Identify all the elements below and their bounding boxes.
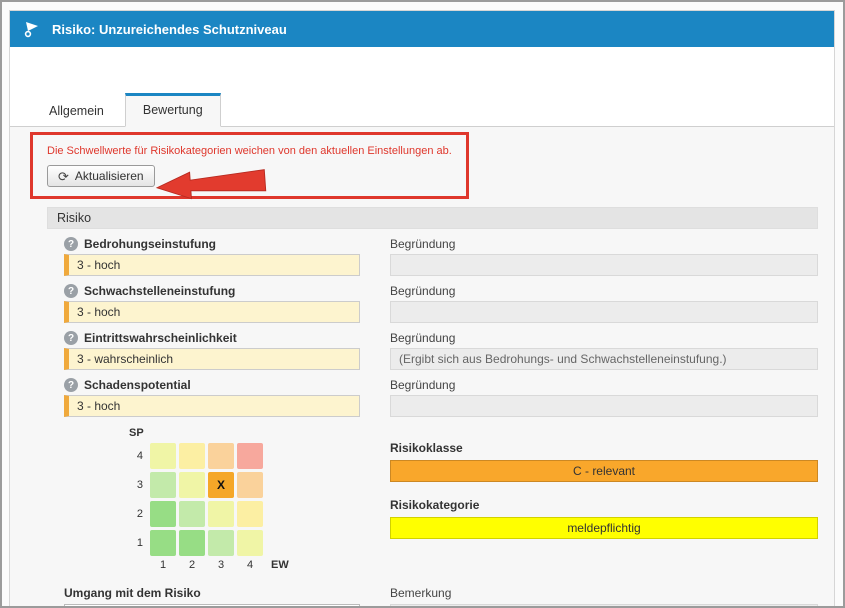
matrix-cell[interactable] <box>150 472 176 498</box>
risk-category-value: meldepflichtig <box>567 521 640 535</box>
matrix-sp-axis-label: SP <box>129 427 390 439</box>
field-label: Schwachstelleneinstufung <box>84 284 235 298</box>
matrix-cell[interactable] <box>179 443 205 469</box>
field-right: Begründung <box>390 229 818 276</box>
risk-matrix: SP43X211234EW <box>127 427 390 574</box>
risk-dialog-window: Risiko: Unzureichendes Schutzniveau Allg… <box>9 10 835 608</box>
risk-category-bar: meldepflichtig <box>390 517 818 539</box>
field-right: Begründung (Ergibt sich aus Bedrohungs- u… <box>390 323 818 370</box>
tab-bewertung[interactable]: Bewertung <box>125 93 221 127</box>
matrix-cell[interactable] <box>208 501 234 527</box>
risk-handling-select[interactable] <box>64 604 360 608</box>
matrix-cell[interactable] <box>208 443 234 469</box>
matrix-cell[interactable] <box>208 530 234 556</box>
remark-input[interactable] <box>390 604 818 608</box>
risikokategorie-label: Risikokategorie <box>390 498 818 512</box>
field-row: ? Bedrohungseinstufung 3 - hoch Begründung <box>64 229 818 276</box>
app-logo-icon <box>22 19 42 39</box>
matrix-cell[interactable] <box>237 443 263 469</box>
matrix-cell[interactable] <box>179 472 205 498</box>
matrix-cell[interactable] <box>150 443 176 469</box>
matrix-ew-axis-label: EW <box>271 559 289 571</box>
window-titlebar: Risiko: Unzureichendes Schutzniveau <box>10 11 834 47</box>
risk-class-value: C - relevant <box>573 464 635 478</box>
remark-block: Bemerkung <box>390 586 818 608</box>
field-row: ? Eintrittswahrscheinlichkeit 3 - wahrsche… <box>64 323 818 370</box>
matrix-cell-selected[interactable]: X <box>208 472 234 498</box>
field-right: Begründung <box>390 370 818 417</box>
field-label: Schadenspotential <box>84 378 191 392</box>
matrix-row-label: 1 <box>127 537 143 549</box>
risk-handling-label: Umgang mit dem Risiko <box>64 586 390 600</box>
reason-label: Begründung <box>390 331 818 345</box>
matrix-col-label: 4 <box>237 559 263 571</box>
field-value-select[interactable]: 3 - hoch <box>64 395 360 417</box>
matrix-col-label: 2 <box>179 559 205 571</box>
matrix-cell[interactable] <box>179 501 205 527</box>
reason-input[interactable]: (Ergibt sich aus Bedrohungs- und Schwach… <box>390 348 818 370</box>
help-icon[interactable]: ? <box>64 284 78 298</box>
aktualisieren-button[interactable]: ⟳ Aktualisieren <box>47 165 155 187</box>
screenshot-frame: Risiko: Unzureichendes Schutzniveau Allg… <box>0 0 845 608</box>
field-row: ? Schadenspotential 3 - hoch Begründung <box>64 370 818 417</box>
field-label: Bedrohungseinstufung <box>84 237 216 251</box>
matrix-row-label: 4 <box>127 450 143 462</box>
refresh-icon: ⟳ <box>58 170 69 183</box>
help-icon[interactable]: ? <box>64 331 78 345</box>
annotation-arrow-icon <box>154 165 268 203</box>
risikoklasse-label: Risikoklasse <box>390 441 818 455</box>
tab-bar: Allgemein Bewertung <box>32 93 834 127</box>
matrix-cell[interactable] <box>237 530 263 556</box>
matrix-cell[interactable] <box>237 501 263 527</box>
aktualisieren-button-label: Aktualisieren <box>75 169 144 183</box>
reason-input[interactable] <box>390 254 818 276</box>
field-value-select[interactable]: 3 - wahrscheinlich <box>64 348 360 370</box>
field-right: Begründung <box>390 276 818 323</box>
matrix-row-label: 2 <box>127 508 143 520</box>
tab-content: Die Schwellwerte für Risikokategorien we… <box>10 126 834 608</box>
reason-label: Begründung <box>390 237 818 251</box>
field-value-select[interactable]: 3 - hoch <box>64 301 360 323</box>
field-row: ? Schwachstelleneinstufung 3 - hoch Begründ… <box>64 276 818 323</box>
risk-handling-block: Umgang mit dem Risiko <box>64 586 390 608</box>
remark-label: Bemerkung <box>390 586 818 600</box>
risk-fields: ? Bedrohungseinstufung 3 - hoch Begründung?… <box>64 229 818 417</box>
risk-class-column: Risikoklasse C - relevant Risikokategori… <box>390 427 818 574</box>
risk-class-bar: C - relevant <box>390 460 818 482</box>
matrix-cell[interactable] <box>150 530 176 556</box>
field-left: ? Schadenspotential 3 - hoch <box>64 370 390 417</box>
matrix-and-class-row: SP43X211234EW Risikoklasse C - relevant … <box>64 427 818 574</box>
field-label: Eintrittswahrscheinlichkeit <box>84 331 237 345</box>
field-left: ? Bedrohungseinstufung 3 - hoch <box>64 229 390 276</box>
field-left: ? Schwachstelleneinstufung 3 - hoch <box>64 276 390 323</box>
help-icon[interactable]: ? <box>64 378 78 392</box>
field-left: ? Eintrittswahrscheinlichkeit 3 - wahrsche… <box>64 323 390 370</box>
matrix-col-label: 1 <box>150 559 176 571</box>
threshold-warning-box: Die Schwellwerte für Risikokategorien we… <box>30 132 469 199</box>
matrix-col-label: 3 <box>208 559 234 571</box>
tab-allgemein[interactable]: Allgemein <box>32 95 121 127</box>
reason-label: Begründung <box>390 284 818 298</box>
window-title: Risiko: Unzureichendes Schutzniveau <box>52 22 287 37</box>
section-header-risiko: Risiko <box>47 207 818 229</box>
reason-label: Begründung <box>390 378 818 392</box>
matrix-cell[interactable] <box>237 472 263 498</box>
reason-input[interactable] <box>390 301 818 323</box>
matrix-row-label: 3 <box>127 479 143 491</box>
help-icon[interactable]: ? <box>64 237 78 251</box>
bottom-row: Umgang mit dem Risiko Bemerkung <box>64 586 818 608</box>
matrix-cell[interactable] <box>150 501 176 527</box>
field-value-select[interactable]: 3 - hoch <box>64 254 360 276</box>
alert-message: Die Schwellwerte für Risikokategorien we… <box>47 145 452 157</box>
matrix-cell[interactable] <box>179 530 205 556</box>
reason-input[interactable] <box>390 395 818 417</box>
